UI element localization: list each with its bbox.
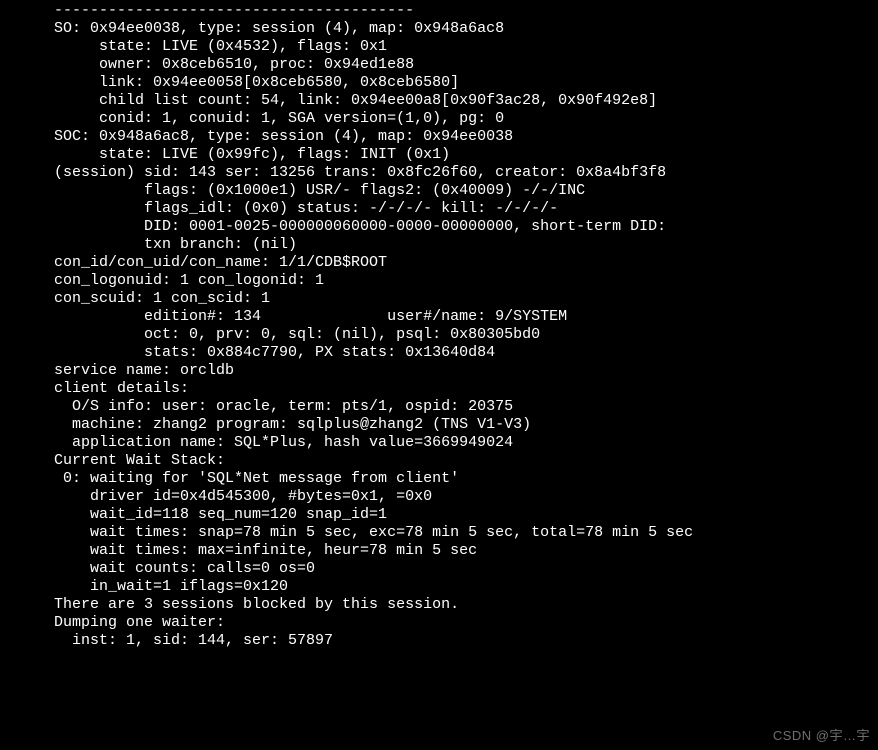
terminal-line: con_id/con_uid/con_name: 1/1/CDB$ROOT xyxy=(0,254,387,271)
terminal-line: service name: orcldb xyxy=(0,362,234,379)
terminal-line: con_scuid: 1 con_scid: 1 xyxy=(0,290,270,307)
terminal-line: wait times: max=infinite, heur=78 min 5 … xyxy=(0,542,477,559)
terminal-line: inst: 1, sid: 144, ser: 57897 xyxy=(0,632,333,649)
terminal-line: There are 3 sessions blocked by this ses… xyxy=(0,596,459,613)
terminal-line: O/S info: user: oracle, term: pts/1, osp… xyxy=(0,398,513,415)
terminal-line: DID: 0001-0025-000000060000-0000-0000000… xyxy=(0,218,666,235)
terminal-line: owner: 0x8ceb6510, proc: 0x94ed1e88 xyxy=(0,56,414,73)
terminal-line: flags_idl: (0x0) status: -/-/-/- kill: -… xyxy=(0,200,558,217)
terminal-line: txn branch: (nil) xyxy=(0,236,297,253)
terminal-line: ---------------------------------------- xyxy=(0,2,414,19)
terminal-line: application name: SQL*Plus, hash value=3… xyxy=(0,434,513,451)
terminal-line: con_logonuid: 1 con_logonid: 1 xyxy=(0,272,324,289)
terminal-line: link: 0x94ee0058[0x8ceb6580, 0x8ceb6580] xyxy=(0,74,459,91)
terminal-line: Dumping one waiter: xyxy=(0,614,225,631)
terminal-output: ----------------------------------------… xyxy=(0,0,878,650)
terminal-line: flags: (0x1000e1) USR/- flags2: (0x40009… xyxy=(0,182,585,199)
terminal-line: wait times: snap=78 min 5 sec, exc=78 mi… xyxy=(0,524,693,541)
terminal-line: client details: xyxy=(0,380,189,397)
terminal-line: machine: zhang2 program: sqlplus@zhang2 … xyxy=(0,416,531,433)
terminal-line: 0: waiting for 'SQL*Net message from cli… xyxy=(0,470,459,487)
terminal-line: edition#: 134 user#/name: 9/SYSTEM xyxy=(0,308,567,325)
terminal-line: wait_id=118 seq_num=120 snap_id=1 xyxy=(0,506,387,523)
terminal-line: conid: 1, conuid: 1, SGA version=(1,0), … xyxy=(0,110,504,127)
terminal-line: wait counts: calls=0 os=0 xyxy=(0,560,315,577)
terminal-line: stats: 0x884c7790, PX stats: 0x13640d84 xyxy=(0,344,495,361)
terminal-line: state: LIVE (0x99fc), flags: INIT (0x1) xyxy=(0,146,450,163)
terminal-line: driver id=0x4d545300, #bytes=0x1, =0x0 xyxy=(0,488,432,505)
terminal-line: state: LIVE (0x4532), flags: 0x1 xyxy=(0,38,387,55)
terminal-line: child list count: 54, link: 0x94ee00a8[0… xyxy=(0,92,657,109)
terminal-line: in_wait=1 iflags=0x120 xyxy=(0,578,288,595)
terminal-line: SOC: 0x948a6ac8, type: session (4), map:… xyxy=(0,128,513,145)
watermark: CSDN @宇…宇 xyxy=(773,725,870,744)
terminal-line: (session) sid: 143 ser: 13256 trans: 0x8… xyxy=(0,164,666,181)
terminal-line: Current Wait Stack: xyxy=(0,452,225,469)
terminal-line: SO: 0x94ee0038, type: session (4), map: … xyxy=(0,20,504,37)
terminal-line: oct: 0, prv: 0, sql: (nil), psql: 0x8030… xyxy=(0,326,540,343)
